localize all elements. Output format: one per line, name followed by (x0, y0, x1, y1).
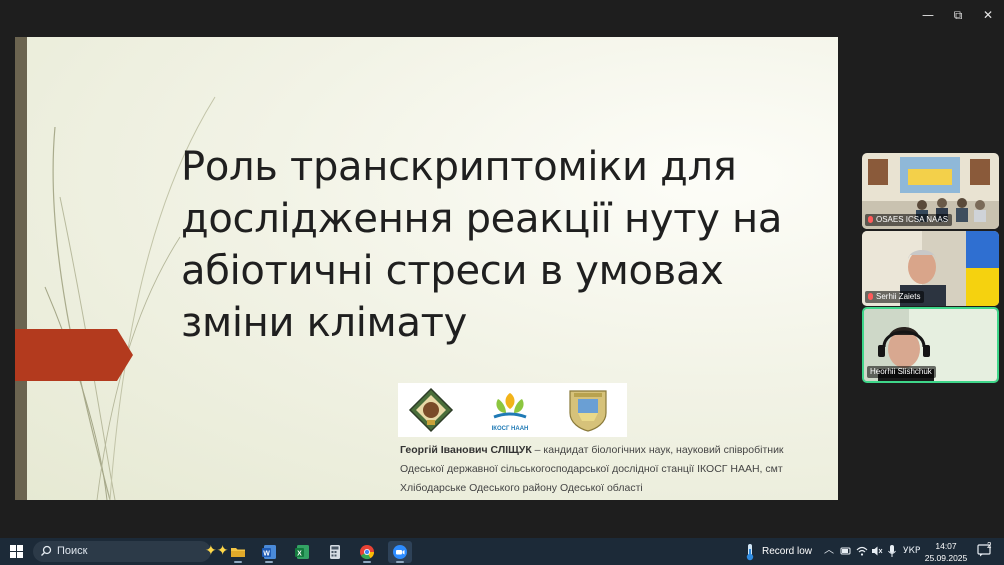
weather-label: Record low (762, 546, 813, 557)
author-name: Георгій Іванович СЛІЩУК (400, 444, 532, 456)
participant-name: OSAES ICSA NAAS (865, 214, 953, 226)
slide-title: Роль транскриптоміки для дослідження реа… (181, 144, 783, 346)
clock[interactable]: 14:07 25.09.2025 (916, 540, 976, 564)
participant-tile[interactable]: OSAES ICSA NAAS (862, 153, 999, 229)
participant-name: Serhii Zaiets (865, 291, 925, 303)
muted-mic-icon (868, 216, 873, 223)
weather-widget[interactable]: Record low (742, 543, 822, 561)
word-app[interactable]: W (257, 541, 281, 563)
search-placeholder: Поиск (57, 545, 88, 557)
taskbar-search[interactable]: Поиск ✦✦ (33, 541, 228, 562)
microphone-icon[interactable] (887, 543, 897, 559)
participant-tile-active[interactable]: Heorhii Slishchuk (862, 307, 999, 383)
ikosg-naan-logo (493, 393, 527, 419)
chrome-app[interactable] (355, 541, 379, 563)
excel-icon: X (295, 545, 309, 559)
thermometer-icon (746, 544, 754, 561)
search-icon (41, 545, 52, 556)
speaker-muted-icon[interactable] (871, 543, 883, 559)
participant-name: Heorhii Slishchuk (867, 366, 936, 378)
svg-text:X: X (297, 550, 302, 557)
windows-start-icon[interactable] (10, 545, 23, 558)
slide-arrow-shape (15, 329, 133, 381)
participant-tile[interactable]: Serhii Zaiets (862, 231, 999, 306)
zoom-app[interactable] (388, 541, 412, 563)
author-info: Георгій Іванович СЛІЩУК – кандидат біоло… (400, 441, 830, 498)
shared-slide: Роль транскриптоміки для дослідження реа… (15, 37, 838, 500)
emblem-logo (408, 387, 454, 433)
chevron-up-icon[interactable]: ︿ (824, 543, 834, 559)
minimize-button[interactable]: — (914, 5, 942, 25)
chrome-icon (360, 545, 375, 560)
copilot-sparkle-icon[interactable]: ✦✦ (205, 543, 228, 559)
close-button[interactable]: ✕ (974, 5, 1002, 25)
taskbar: Поиск ✦✦ W X Record low ︿ УКР 14:07 25.0… (0, 538, 1004, 565)
zoom-icon (393, 545, 407, 559)
institute-crest-logo (569, 390, 607, 432)
excel-app[interactable]: X (290, 541, 314, 563)
clock-date: 25.09.2025 (924, 553, 968, 563)
file-explorer-app[interactable] (226, 541, 250, 563)
logo-strip: ІКОСГ НААН (398, 383, 627, 437)
notification-count: 2 (987, 541, 992, 550)
restore-button[interactable]: ⧉ (944, 5, 972, 25)
wifi-icon[interactable] (856, 543, 868, 559)
word-icon: W (262, 545, 276, 559)
muted-mic-icon (868, 293, 873, 300)
svg-text:W: W (263, 550, 270, 557)
window-titlebar: — ⧉ ✕ (0, 0, 1004, 30)
calculator-icon (330, 545, 340, 559)
logo-caption: ІКОСГ НААН (491, 426, 529, 432)
clock-time: 14:07 (935, 541, 957, 551)
folder-icon (231, 548, 245, 557)
battery-icon[interactable] (840, 543, 852, 559)
calculator-app[interactable] (323, 541, 347, 563)
